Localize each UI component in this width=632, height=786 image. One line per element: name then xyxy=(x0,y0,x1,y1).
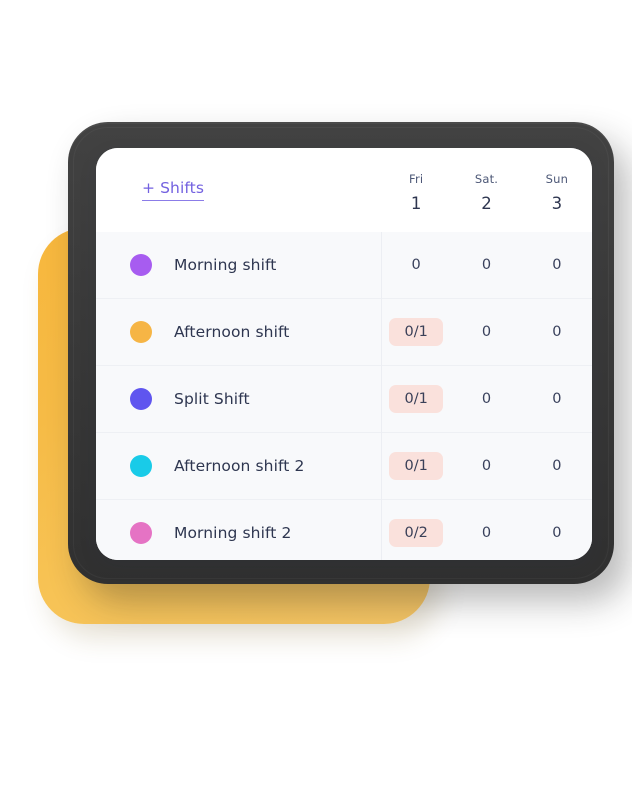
shift-color-dot-icon xyxy=(130,254,152,276)
shifts-schedule-card: + Shifts Fri 1 Sat. 2 Sun 3 Morning shif… xyxy=(96,148,592,560)
header-day-columns: Fri 1 Sat. 2 Sun 3 xyxy=(381,148,592,232)
shift-count-value: 0 xyxy=(552,391,562,407)
shift-day-cells: 0/1 0 0 xyxy=(381,299,592,365)
shift-day-cell[interactable]: 0 xyxy=(522,391,592,407)
day-header-date: 3 xyxy=(551,194,563,213)
shift-count-value: 0 xyxy=(552,458,562,474)
shift-name-label: Afternoon shift xyxy=(174,323,290,341)
schedule-table-header: + Shifts Fri 1 Sat. 2 Sun 3 xyxy=(96,148,592,232)
shift-name-cell: Morning shift xyxy=(96,232,381,298)
shift-day-cell[interactable]: 0 xyxy=(522,324,592,340)
day-header-weekday: Fri xyxy=(409,172,424,186)
day-header-date: 2 xyxy=(481,194,492,213)
shift-day-cell[interactable]: 0 xyxy=(381,257,451,273)
shift-name-cell: Split Shift xyxy=(96,366,381,432)
shift-name-cell: Afternoon shift xyxy=(96,299,381,365)
shift-day-cells: 0/1 0 0 xyxy=(381,433,592,499)
shift-name-cell: Morning shift 2 xyxy=(96,500,381,560)
schedule-rows: Morning shift 0 0 0 Afternoon shift 0/1 0 0 Spli… xyxy=(96,232,592,560)
day-header-date: 1 xyxy=(410,194,422,213)
shift-day-cell[interactable]: 0 xyxy=(522,458,592,474)
shift-count-badge: 0/1 xyxy=(389,317,443,347)
shift-count-value: 0 xyxy=(481,458,492,474)
table-row[interactable]: Afternoon shift 0/1 0 0 xyxy=(96,299,592,366)
day-header-sat[interactable]: Sat. 2 xyxy=(451,148,521,213)
shift-name-label: Morning shift 2 xyxy=(174,524,292,542)
table-row[interactable]: Morning shift 2 0/2 0 0 xyxy=(96,500,592,560)
header-name-column: + Shifts xyxy=(96,148,381,232)
shift-day-cell[interactable]: 0/2 xyxy=(381,518,451,548)
day-header-sun[interactable]: Sun 3 xyxy=(522,148,592,213)
shift-day-cell[interactable]: 0 xyxy=(522,525,592,541)
shift-name-label: Split Shift xyxy=(174,390,250,408)
shift-day-cells: 0 0 0 xyxy=(381,232,592,298)
shift-count-value: 0 xyxy=(481,391,492,407)
table-row[interactable]: Afternoon shift 2 0/1 0 0 xyxy=(96,433,592,500)
table-row[interactable]: Morning shift 0 0 0 xyxy=(96,232,592,299)
shift-count-value: 0 xyxy=(481,324,492,340)
shift-name-label: Afternoon shift 2 xyxy=(174,457,305,475)
shift-day-cell[interactable]: 0 xyxy=(451,257,521,273)
table-row[interactable]: Split Shift 0/1 0 0 xyxy=(96,366,592,433)
add-shifts-link[interactable]: + Shifts xyxy=(142,179,205,201)
shift-color-dot-icon xyxy=(130,455,152,477)
shift-count-value: 0 xyxy=(411,257,421,273)
shift-color-dot-icon xyxy=(130,388,152,410)
shift-count-value: 0 xyxy=(552,525,562,541)
screenshot-stage: + Shifts Fri 1 Sat. 2 Sun 3 Morning shif… xyxy=(0,0,632,786)
shift-count-badge: 0/2 xyxy=(389,518,443,548)
shift-count-badge: 0/1 xyxy=(389,384,443,414)
shift-day-cell[interactable]: 0/1 xyxy=(381,451,451,481)
shift-day-cells: 0/1 0 0 xyxy=(381,366,592,432)
shift-name-label: Morning shift xyxy=(174,256,277,274)
shift-day-cell[interactable]: 0 xyxy=(451,525,521,541)
shift-color-dot-icon xyxy=(130,321,152,343)
shift-day-cells: 0/2 0 0 xyxy=(381,500,592,560)
shift-color-dot-icon xyxy=(130,522,152,544)
shift-day-cell[interactable]: 0/1 xyxy=(381,384,451,414)
shift-day-cell[interactable]: 0/1 xyxy=(381,317,451,347)
shift-count-value: 0 xyxy=(481,257,492,273)
shift-day-cell[interactable]: 0 xyxy=(451,324,521,340)
shift-count-value: 0 xyxy=(552,257,562,273)
shift-count-value: 0 xyxy=(481,525,492,541)
shift-day-cell[interactable]: 0 xyxy=(451,391,521,407)
day-header-weekday: Sun xyxy=(545,172,569,186)
shift-name-cell: Afternoon shift 2 xyxy=(96,433,381,499)
shift-day-cell[interactable]: 0 xyxy=(451,458,521,474)
shift-count-badge: 0/1 xyxy=(389,451,443,481)
shift-count-value: 0 xyxy=(552,324,562,340)
day-header-fri[interactable]: Fri 1 xyxy=(381,148,451,213)
day-header-weekday: Sat. xyxy=(474,172,499,186)
shift-day-cell[interactable]: 0 xyxy=(522,257,592,273)
